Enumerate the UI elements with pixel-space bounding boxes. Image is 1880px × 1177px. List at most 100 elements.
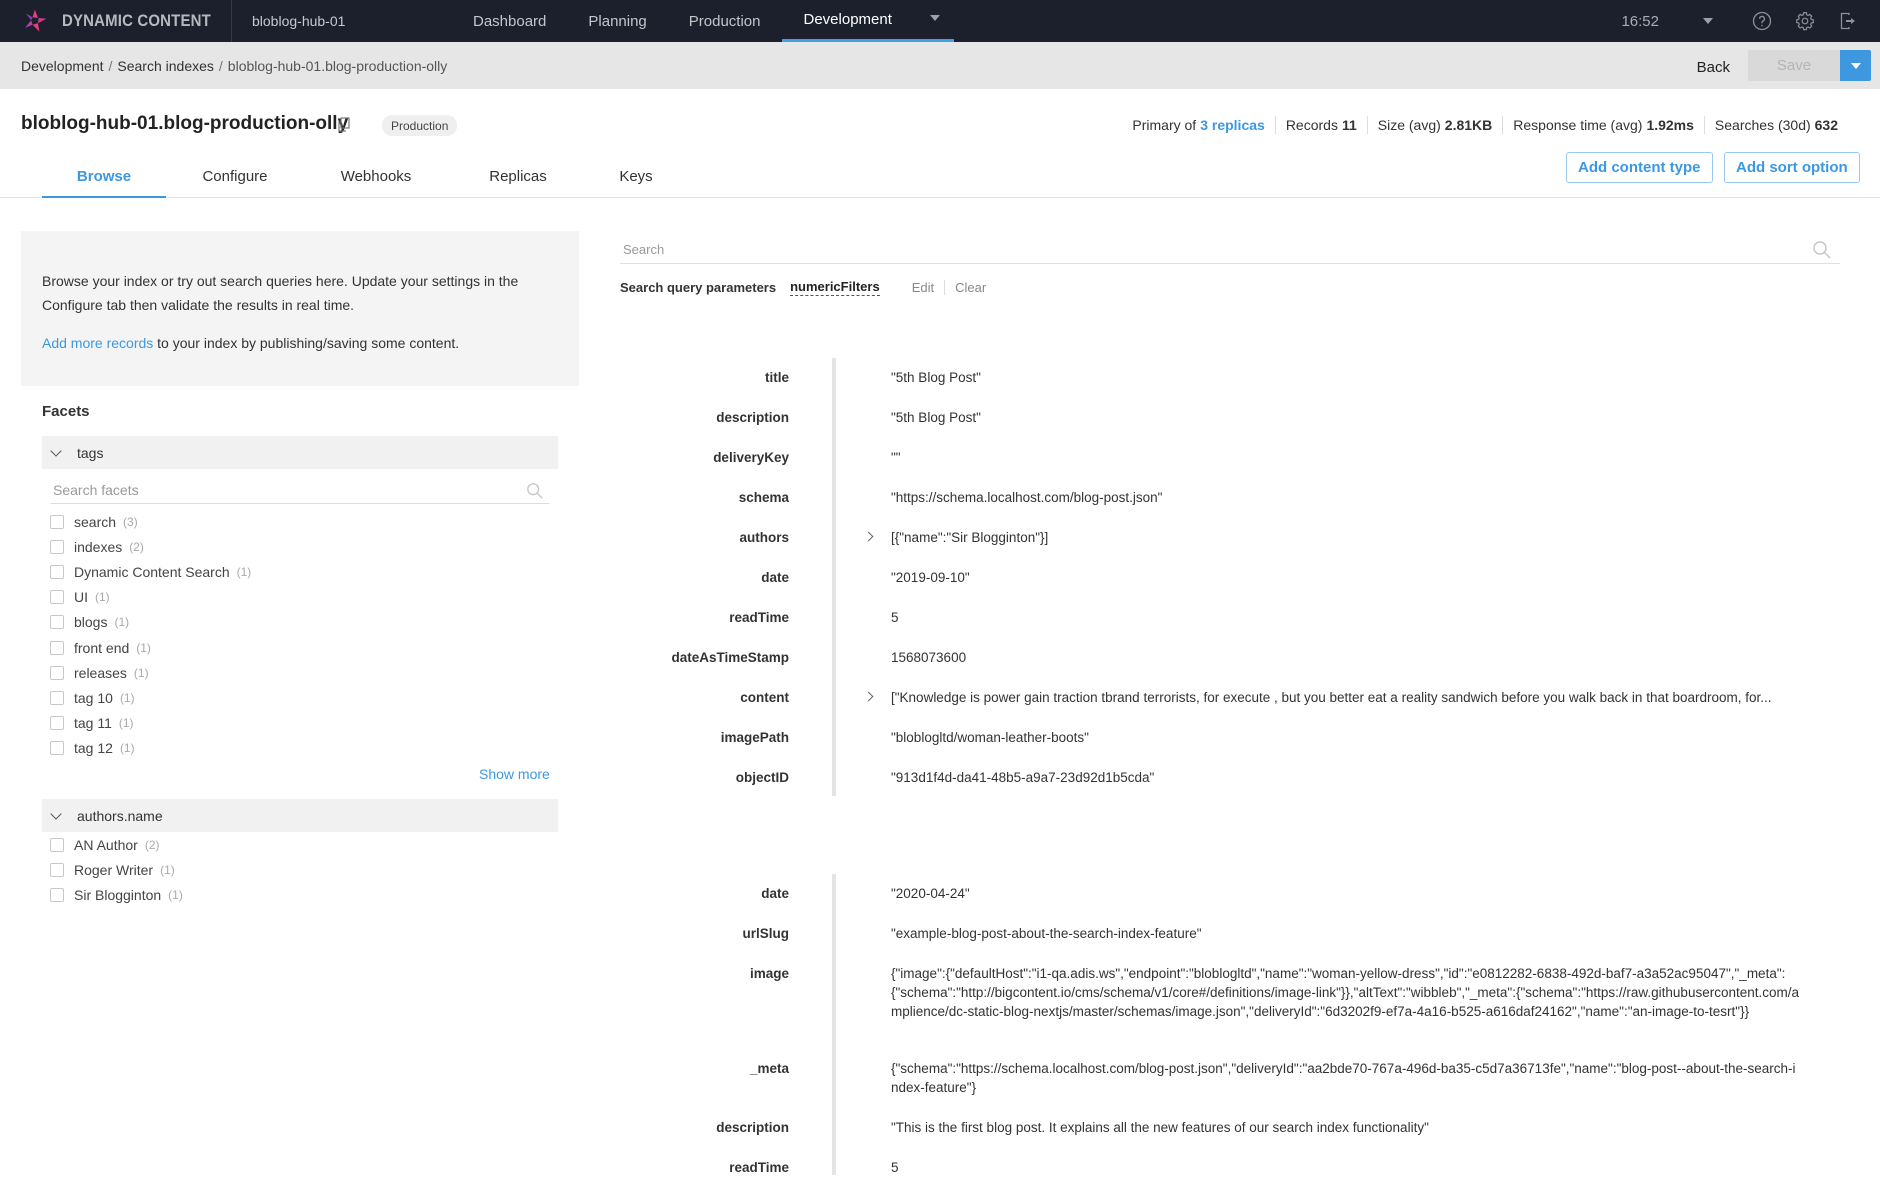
facet-group-authors-name[interactable]: authors.name [42, 799, 558, 832]
facet-label: AN Author [74, 836, 138, 853]
field-key: urlSlug [742, 926, 790, 941]
field-key: image [749, 966, 789, 981]
checkbox[interactable] [50, 514, 64, 529]
facet-label: UI [74, 589, 88, 606]
breadcrumb-search-indexes[interactable]: Search indexes [117, 58, 214, 74]
tab-browse[interactable]: Browse [42, 160, 166, 198]
tab-webhooks[interactable]: Webhooks [304, 160, 448, 198]
facet-item[interactable]: UI (1) [50, 585, 251, 610]
facet-label: blogs [74, 614, 108, 631]
clear-params-button[interactable]: Clear [955, 280, 986, 295]
checkbox[interactable] [50, 539, 64, 554]
nav-development[interactable]: Development [781, 0, 954, 42]
tab-keys[interactable]: Keys [588, 160, 684, 198]
tab-replicas[interactable]: Replicas [448, 160, 588, 198]
facet-label: tag 11 [74, 715, 112, 732]
facet-search-input[interactable] [51, 482, 511, 498]
hub-name[interactable]: bloblog-hub-01 [252, 13, 452, 29]
checkbox[interactable] [50, 716, 64, 731]
facet-label: tag 12 [74, 740, 113, 757]
add-more-records-link[interactable]: Add more records [42, 335, 153, 351]
facet-group-name: authors.name [77, 807, 163, 824]
facet-count: (1) [136, 640, 151, 655]
tab-configure[interactable]: Configure [166, 160, 304, 198]
checkbox[interactable] [50, 564, 64, 579]
field-value: "5th Blog Post" [891, 370, 981, 385]
save-button[interactable]: Save [1748, 50, 1840, 81]
field-value: [{"name":"Sir Blogginton"}] [891, 530, 1049, 545]
replicas-link[interactable]: 3 replicas [1200, 117, 1265, 133]
facet-item[interactable]: front end (1) [50, 635, 251, 660]
field-value: {"schema":"https://schema.localhost.com/… [891, 1061, 1796, 1095]
checkbox[interactable] [50, 615, 64, 630]
field-key: imagePath [720, 730, 789, 745]
facet-item[interactable]: tag 10 (1) [50, 685, 251, 710]
field-key: description [716, 1120, 789, 1135]
search-icon[interactable] [526, 482, 544, 500]
edit-params-button[interactable]: Edit [912, 280, 946, 295]
nav-dashboard[interactable]: Dashboard [452, 0, 567, 42]
top-right-controls: 16:52 [1621, 0, 1880, 42]
stat-value: 1.92ms [1646, 117, 1694, 133]
stat-records: Records 11 [1274, 116, 1367, 134]
facet-group-tags[interactable]: tags [42, 436, 558, 469]
show-more-link[interactable]: Show more [479, 766, 550, 782]
record-divider [832, 358, 836, 796]
checkbox[interactable] [50, 741, 64, 756]
facet-item[interactable]: Roger Writer (1) [50, 857, 183, 882]
field-value: "2019-09-10" [891, 570, 970, 585]
checkbox[interactable] [50, 862, 64, 877]
save-options-button[interactable] [1840, 50, 1871, 81]
search-input[interactable] [620, 242, 1780, 257]
field-value: "5th Blog Post" [891, 410, 981, 425]
field-key: readTime [729, 610, 789, 625]
checkbox[interactable] [50, 690, 64, 705]
index-tabs: Browse Configure Webhooks Replicas Keys [42, 160, 684, 198]
stat-label: Primary of [1132, 117, 1197, 133]
facet-item[interactable]: indexes (2) [50, 534, 251, 559]
checkbox[interactable] [50, 665, 64, 680]
facet-item[interactable]: releases (1) [50, 660, 251, 685]
search-query-parameters-label: Search query parameters [620, 280, 777, 295]
facet-count: (1) [168, 887, 183, 902]
chevron-down-icon [50, 444, 62, 457]
search-icon[interactable] [1812, 240, 1832, 260]
checkbox[interactable] [50, 837, 64, 852]
chevron-right-icon[interactable] [863, 531, 874, 542]
settings-icon[interactable] [1794, 10, 1816, 32]
add-sort-option-button[interactable]: Add sort option [1724, 152, 1860, 183]
facet-item[interactable]: Dynamic Content Search (1) [50, 559, 251, 584]
nav-planning[interactable]: Planning [567, 0, 667, 42]
facet-item[interactable]: Sir Blogginton (1) [50, 882, 183, 907]
checkbox[interactable] [50, 887, 64, 902]
numeric-filters-param[interactable]: numericFilters [790, 279, 880, 296]
facet-item[interactable]: blogs (1) [50, 610, 251, 635]
help-icon[interactable] [1751, 10, 1773, 32]
facet-count: (2) [129, 539, 144, 554]
brand-logo[interactable]: DYNAMIC CONTENT [0, 0, 232, 42]
facet-item[interactable]: tag 12 (1) [50, 736, 251, 761]
breadcrumb-development[interactable]: Development [21, 58, 104, 74]
record-card: date "2020-04-24" urlSlug "example-blog-po… [620, 874, 1840, 1175]
stat-label: Searches (30d) [1714, 117, 1811, 133]
copy-icon[interactable] [337, 117, 351, 133]
checkbox[interactable] [50, 640, 64, 655]
chevron-right-icon[interactable] [863, 691, 874, 702]
nav-production[interactable]: Production [668, 0, 782, 42]
browse-info-box: Browse your index or try out search quer… [21, 231, 579, 386]
facet-count: (1) [118, 716, 134, 731]
facet-item[interactable]: tag 11 (1) [50, 711, 251, 736]
facet-search [51, 477, 549, 504]
back-button[interactable]: Back [1697, 52, 1730, 82]
field-value: "https://schema.localhost.com/blog-post.… [891, 490, 1163, 505]
facet-item[interactable]: search (3) [50, 509, 251, 534]
field-key: date [761, 886, 789, 901]
facet-count: (3) [123, 514, 138, 529]
chevron-down-icon[interactable] [929, 15, 940, 21]
chevron-down-icon[interactable] [1703, 18, 1713, 24]
field-key: dateAsTimeStamp [671, 650, 789, 665]
add-content-type-button[interactable]: Add content type [1566, 152, 1713, 183]
logout-icon[interactable] [1837, 10, 1859, 32]
facet-item[interactable]: AN Author (2) [50, 832, 183, 857]
checkbox[interactable] [50, 590, 64, 605]
